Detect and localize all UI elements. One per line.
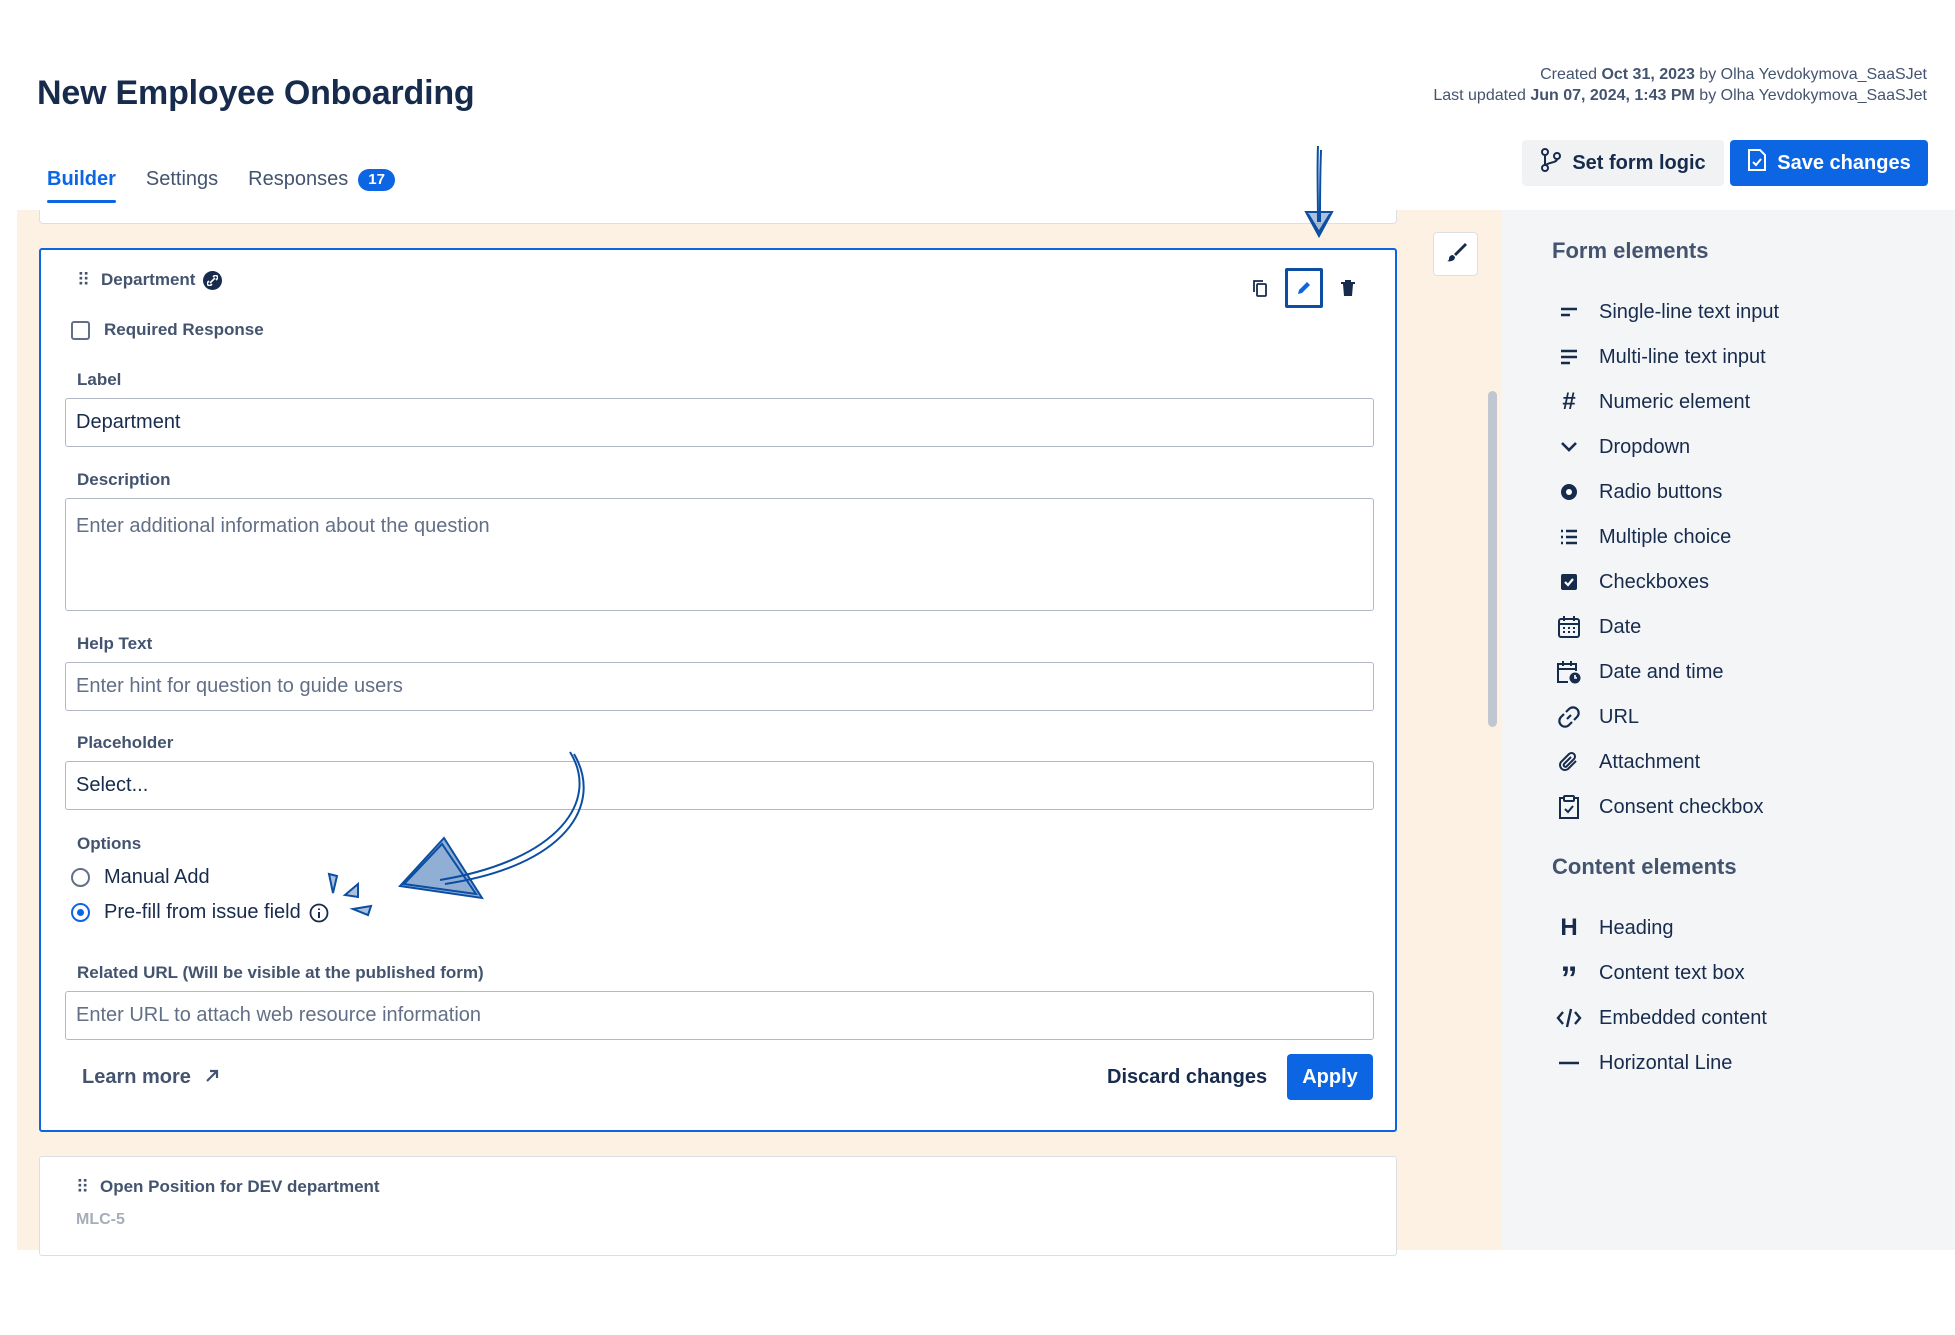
canvas-scrollbar[interactable] (1488, 391, 1497, 727)
help-text-field-label: Help Text (77, 634, 153, 653)
sidebar-item-attachment[interactable]: Attachment (1555, 748, 1700, 776)
save-changes-button[interactable]: Save changes (1730, 140, 1928, 186)
sidebar-item-content-text[interactable]: ” Content text box (1555, 959, 1745, 998)
help-text-input[interactable]: Enter hint for question to guide users (65, 662, 1374, 711)
sidebar-item-date-time[interactable]: Date and time (1555, 658, 1724, 686)
option-manual-add[interactable]: Manual Add (71, 866, 210, 889)
elements-sidebar: Form elements Single-line text input Mul… (1502, 210, 1955, 1250)
sidebar-item-numeric[interactable]: # Numeric element (1555, 388, 1750, 416)
trash-icon[interactable] (1337, 276, 1359, 300)
link-icon (1555, 703, 1583, 731)
list-icon (1555, 523, 1583, 551)
external-link-icon (205, 1066, 219, 1089)
previous-form-card (39, 210, 1397, 224)
sidebar-item-radio[interactable]: Radio buttons (1555, 478, 1722, 506)
next-card-key: MLC-5 (76, 1211, 125, 1228)
tab-bar: Builder Settings Responses 17 (47, 168, 395, 203)
sidebar-item-single-line[interactable]: Single-line text input (1555, 298, 1779, 326)
paperclip-icon (1555, 748, 1583, 776)
page-meta: Created Oct 31, 2023 by Olha Yevdokymova… (1433, 64, 1927, 106)
branch-icon (1540, 148, 1562, 178)
related-url-label: Related URL (Will be visible at the publ… (77, 963, 484, 982)
created-info: Created Oct 31, 2023 by Olha Yevdokymova… (1540, 66, 1927, 83)
card-toolbar (1249, 268, 1359, 308)
updated-info: Last updated Jun 07, 2024, 1:43 PM by Ol… (1433, 87, 1927, 104)
brush-icon (1445, 241, 1467, 268)
drag-handle-icon[interactable]: ⠿ (77, 270, 90, 291)
placeholder-field-label: Placeholder (77, 733, 174, 752)
radio-icon (1555, 478, 1583, 506)
responses-count-badge: 17 (358, 168, 395, 191)
content-elements-heading: Content elements (1552, 854, 1737, 879)
theme-brush-button[interactable] (1433, 232, 1478, 276)
sidebar-item-checkboxes[interactable]: Checkboxes (1555, 568, 1709, 596)
tab-responses[interactable]: Responses 17 (248, 168, 395, 201)
field-editor-card: ⠿ Department Required Response Label Dep… (39, 248, 1397, 1132)
sidebar-item-horizontal-line[interactable]: Horizontal Line (1555, 1049, 1732, 1077)
page-title: New Employee Onboarding (37, 74, 475, 112)
sidebar-item-heading[interactable]: H Heading (1555, 914, 1673, 942)
field-title: Department (101, 270, 223, 290)
form-canvas: ⠿ Department Required Response Label Dep… (17, 210, 1502, 1256)
long-text-icon (1555, 343, 1583, 371)
apply-button[interactable]: Apply (1287, 1054, 1373, 1100)
info-icon[interactable] (309, 903, 329, 923)
drag-handle-icon[interactable]: ⠿ (76, 1177, 89, 1198)
hash-icon: # (1562, 388, 1576, 415)
horizontal-line-icon (1555, 1049, 1583, 1077)
related-url-input[interactable]: Enter URL to attach web resource informa… (65, 991, 1374, 1040)
sidebar-item-multi-line[interactable]: Multi-line text input (1555, 343, 1766, 371)
label-input[interactable]: Department (65, 398, 1374, 447)
calendar-icon (1555, 613, 1583, 641)
sidebar-item-consent[interactable]: Consent checkbox (1555, 793, 1764, 821)
set-form-logic-button[interactable]: Set form logic (1522, 140, 1724, 186)
options-label: Options (77, 834, 142, 853)
code-icon (1555, 1004, 1583, 1032)
radio-selected[interactable] (71, 903, 90, 922)
discard-changes-button[interactable]: Discard changes (1107, 1066, 1267, 1089)
form-elements-heading: Form elements (1552, 238, 1709, 263)
placeholder-select[interactable]: Select... (65, 761, 1374, 810)
edit-icon[interactable] (1285, 268, 1323, 308)
chevron-down-icon (1555, 433, 1583, 461)
sidebar-item-multiple-choice[interactable]: Multiple choice (1555, 523, 1731, 551)
next-form-card[interactable]: ⠿ Open Position for DEV department MLC-5 (39, 1156, 1397, 1256)
document-check-icon (1747, 148, 1767, 178)
description-field-label: Description (77, 470, 171, 489)
label-field-label: Label (77, 370, 122, 389)
sidebar-item-embedded[interactable]: Embedded content (1555, 1004, 1767, 1032)
quote-icon: ” (1560, 960, 1578, 998)
checkbox-box[interactable] (71, 320, 90, 340)
learn-more-link[interactable]: Learn more (82, 1066, 219, 1089)
sidebar-item-url[interactable]: URL (1555, 703, 1639, 731)
tab-settings[interactable]: Settings (146, 168, 218, 201)
description-input[interactable]: Enter additional information about the q… (65, 498, 1374, 611)
option-prefill-issue-field[interactable]: Pre-fill from issue field (71, 901, 329, 924)
tab-builder[interactable]: Builder (47, 168, 116, 203)
radio-unselected[interactable] (71, 868, 90, 887)
sidebar-item-dropdown[interactable]: Dropdown (1555, 433, 1690, 461)
calendar-clock-icon (1555, 658, 1583, 686)
clipboard-check-icon (1555, 793, 1583, 821)
checkbox-icon (1555, 568, 1583, 596)
duplicate-icon[interactable] (1249, 276, 1271, 300)
short-text-icon (1555, 298, 1583, 326)
required-response-checkbox[interactable]: Required Response (71, 320, 264, 340)
linked-field-icon (203, 270, 223, 290)
sidebar-item-date[interactable]: Date (1555, 613, 1641, 641)
heading-icon: H (1560, 914, 1578, 941)
next-card-title: Open Position for DEV department (100, 1177, 380, 1196)
